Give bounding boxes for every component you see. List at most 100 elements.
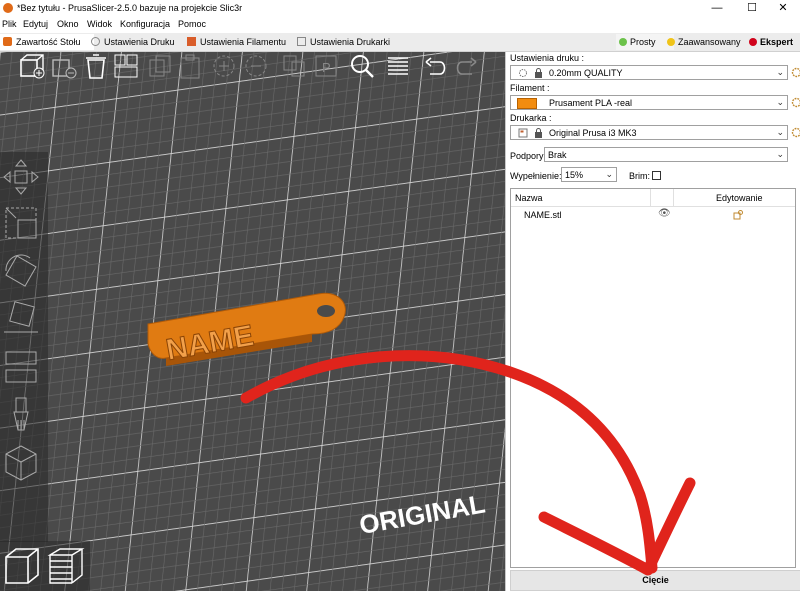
menu-edit[interactable]: Edytuj [23,19,48,29]
supports-label: Podpory: [510,151,547,161]
column-name-header[interactable]: Nazwa [515,193,543,203]
tab-printer-settings[interactable]: Ustawienia Drukarki [294,34,408,50]
infill-label: Wypełnienie: [510,171,562,181]
menu-bar: Plik Edytuj Okno Widok Konfiguracja Pomo… [0,17,800,32]
tab-plater[interactable]: Zawartość Stołu [0,34,94,50]
print-settings-combo[interactable]: 0.20mm QUALITY ⌄ [510,65,788,80]
search-icon[interactable] [348,52,376,80]
redo-icon[interactable] [452,52,480,80]
column-divider [673,189,674,206]
minimize-button[interactable]: — [702,1,732,16]
tab-label: Ustawienia Filamentu [200,37,287,47]
object-list: Nazwa Edytowanie NAME.stl 👁 [510,188,796,568]
filament-combo[interactable]: Prusament PLA -real ⌄ [510,95,788,110]
printer-icon [518,128,528,138]
tab-label: Zawartość Stołu [16,37,81,47]
menu-file[interactable]: Plik [2,19,17,29]
object-list-header: Nazwa Edytowanie [511,189,795,207]
filament-value: Prusament PLA -real [549,98,633,108]
menu-help[interactable]: Pomoc [178,19,206,29]
print-settings-label: Ustawienia druku : [510,53,585,63]
place-on-face-icon[interactable] [0,298,42,340]
brim-checkbox[interactable] [652,171,661,180]
maximize-button[interactable]: ☐ [737,1,767,16]
object-row[interactable]: NAME.stl 👁 [511,207,795,223]
column-edit-header[interactable]: Edytowanie [716,193,763,203]
undo-icon[interactable] [422,52,450,80]
tab-label: Ustawienia Druku [104,37,175,47]
menu-configuration[interactable]: Konfiguracja [120,19,170,29]
supports-value: Brak [548,150,567,160]
print-bed: NAME ORIGINAL [0,52,505,591]
move-icon[interactable] [0,156,42,198]
printer-label: Drukarka : [510,113,552,123]
chevron-down-icon: ⌄ [776,67,784,77]
mode-dot-icon [749,38,757,46]
paint-supports-icon[interactable] [0,394,42,436]
split-objects-icon[interactable] [280,52,308,80]
settings-sidebar: Ustawienia druku : 0.20mm QUALITY ⌄ Fila… [505,52,800,591]
window-title: *Bez tytułu - PrusaSlicer-2.5.0 bazuje n… [17,3,243,13]
infill-combo[interactable]: 15% ⌄ [561,167,617,182]
mode-label: Prosty [630,37,656,47]
title-bar: *Bez tytułu - PrusaSlicer-2.5.0 bazuje n… [0,0,800,17]
preview-layers-icon[interactable] [46,545,86,587]
slice-button[interactable]: Cięcie [510,570,800,591]
gear-icon [519,69,527,77]
lock-icon [535,128,542,138]
spool-icon [187,37,196,46]
app-icon [3,3,13,13]
brim-label: Brim: [629,171,650,181]
filament-label: Filament : [510,83,550,93]
menu-window[interactable]: Okno [57,19,79,29]
printer-combo[interactable]: Original Prusa i3 MK3 ⌄ [510,125,788,140]
delete-all-icon[interactable] [82,52,110,80]
tab-filament-settings[interactable]: Ustawienia Filamentu [184,34,300,50]
rotate-icon[interactable] [0,250,42,292]
remove-instance-icon[interactable] [242,52,270,80]
copy-icon[interactable] [146,52,174,80]
mode-dot-icon [619,38,627,46]
3d-viewport[interactable]: NAME ORIGINAL P [0,52,505,591]
scale-icon[interactable] [0,202,42,244]
mode-expert[interactable]: Ekspert [746,34,800,50]
cut-icon[interactable] [0,346,42,388]
edit-settings-icon[interactable] [733,210,743,220]
printer-edit-icon[interactable] [791,127,800,138]
tab-bar: Zawartość Stołu Ustawienia Druku Ustawie… [0,33,800,52]
chevron-down-icon: ⌄ [776,97,784,107]
object-name: NAME.stl [524,210,562,220]
layers-editing-icon[interactable] [384,52,412,80]
view-switcher [0,541,90,591]
mode-label: Zaawansowany [678,37,741,47]
gear-icon [91,37,100,46]
tab-label: Ustawienia Drukarki [310,37,391,47]
lock-icon [535,68,542,78]
chevron-down-icon: ⌄ [776,149,784,159]
filament-edit-icon[interactable] [791,97,800,108]
3d-view-icon[interactable] [2,545,42,587]
plater-icon [3,37,12,46]
tab-print-settings[interactable]: Ustawienia Druku [88,34,190,50]
mode-label: Ekspert [760,37,794,47]
paste-icon[interactable] [176,52,204,80]
close-button[interactable]: ✕ [768,1,798,16]
svg-text:P: P [322,60,331,75]
menu-view[interactable]: Widok [87,19,112,29]
print-settings-edit-icon[interactable] [791,67,800,78]
mode-advanced[interactable]: Zaawansowany [664,34,756,50]
printer-value: Original Prusa i3 MK3 [549,128,637,138]
arrange-icon[interactable] [112,52,140,80]
printer-icon [297,37,306,46]
add-instance-icon[interactable] [210,52,238,80]
chevron-down-icon: ⌄ [776,127,784,137]
infill-value: 15% [565,170,584,180]
filament-color-swatch [517,98,537,109]
split-parts-icon[interactable]: P [312,52,340,80]
chevron-down-icon: ⌄ [605,169,613,179]
add-object-icon[interactable] [18,52,46,80]
supports-combo[interactable]: Brak ⌄ [544,147,788,162]
delete-object-icon[interactable] [50,52,78,80]
eye-icon[interactable]: 👁 [658,208,671,219]
seam-painting-icon[interactable] [0,442,42,484]
